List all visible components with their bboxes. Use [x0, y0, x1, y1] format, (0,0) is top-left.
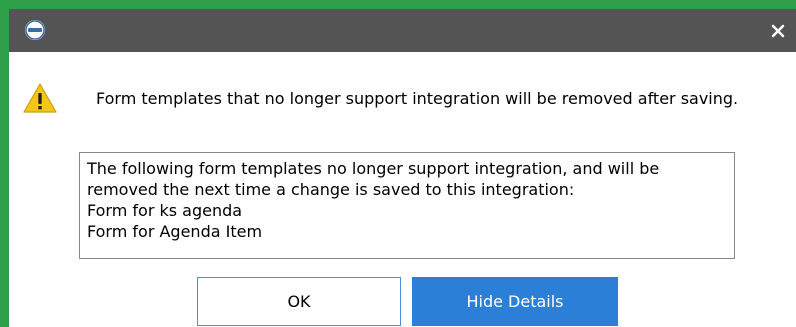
title-bar — [9, 9, 796, 52]
close-icon — [771, 24, 785, 37]
hide-details-button[interactable]: Hide Details — [412, 277, 618, 326]
dialog-window: Form templates that no longer support in… — [0, 0, 796, 327]
onbase-logo-icon — [25, 20, 45, 40]
dialog-message: Form templates that no longer support in… — [96, 89, 739, 108]
window-border-left — [0, 0, 9, 327]
warning-icon — [22, 82, 58, 114]
dialog-content: Form templates that no longer support in… — [9, 52, 796, 327]
details-textbox[interactable]: The following form templates no longer s… — [79, 152, 735, 259]
ok-button[interactable]: OK — [197, 277, 401, 326]
details-line: Form for ks agenda — [87, 201, 243, 220]
details-line: The following form templates no longer s… — [87, 159, 660, 178]
close-button[interactable] — [760, 9, 796, 52]
details-line: Form for Agenda Item — [87, 222, 263, 241]
window-border-top — [0, 0, 796, 9]
details-line: removed the next time a change is saved … — [87, 180, 575, 199]
